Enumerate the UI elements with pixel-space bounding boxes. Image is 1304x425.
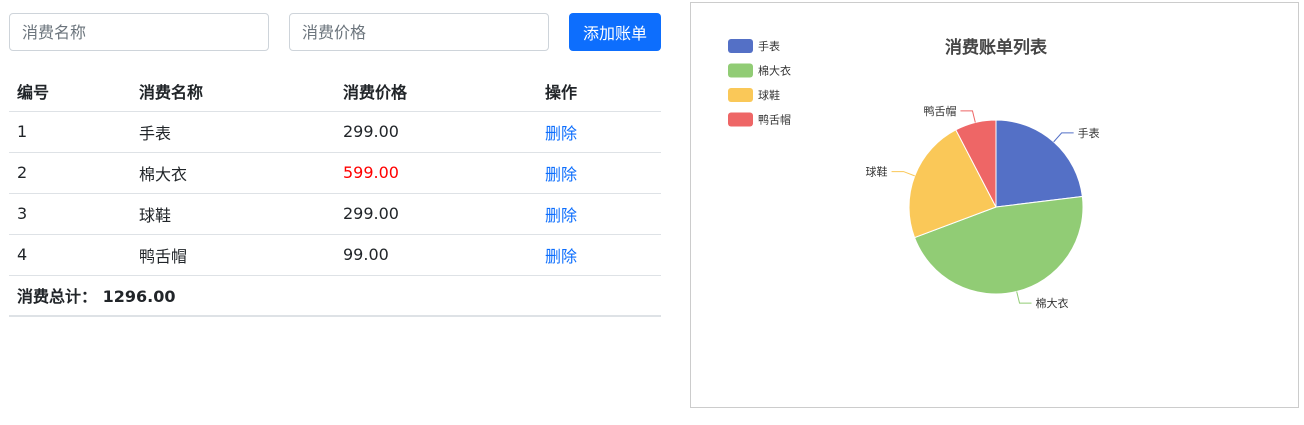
- pie-chart: 消费账单列表手表棉大衣球鞋鸭舌帽手表棉大衣球鞋鸭舌帽: [728, 37, 1100, 310]
- total-row: 消费总计： 1296.00: [9, 275, 661, 317]
- bill-price-input[interactable]: [289, 13, 549, 51]
- row-price: 299.00: [335, 193, 537, 235]
- row-action-cell: 删除: [537, 193, 661, 235]
- bill-table: 编号 消费名称 消费价格 操作 1 手表 299.00 删除 2 棉大衣 599…: [9, 71, 661, 317]
- legend-swatch[interactable]: [728, 63, 753, 78]
- row-price: 599.00: [335, 152, 537, 194]
- table-header-row: 编号 消费名称 消费价格 操作: [9, 71, 661, 112]
- bill-name-input[interactable]: [9, 13, 269, 51]
- table-row: 3 球鞋 299.00 删除: [9, 193, 661, 235]
- legend-swatch[interactable]: [728, 88, 753, 102]
- header-action: 操作: [537, 71, 661, 112]
- add-bill-button[interactable]: 添加账单: [569, 13, 661, 51]
- total-value: 1296.00: [102, 287, 176, 307]
- table-row: 2 棉大衣 599.00 删除: [9, 152, 661, 194]
- header-id: 编号: [9, 71, 131, 112]
- legend-label[interactable]: 棉大衣: [758, 64, 791, 78]
- row-action-cell: 删除: [537, 111, 661, 153]
- delete-link[interactable]: 删除: [545, 165, 577, 184]
- slice-leader-line: [891, 171, 915, 177]
- legend-label[interactable]: 球鞋: [758, 88, 780, 102]
- slice-label: 手表: [1078, 126, 1100, 140]
- add-bill-form: 添加账单: [9, 13, 661, 51]
- row-action-cell: 删除: [537, 152, 661, 194]
- row-price: 299.00: [335, 111, 537, 153]
- slice-leader-line: [1053, 132, 1074, 143]
- row-name: 鸭舌帽: [131, 234, 335, 276]
- legend-swatch[interactable]: [728, 39, 753, 53]
- row-id: 4: [9, 234, 131, 276]
- row-id: 1: [9, 111, 131, 153]
- row-id: 3: [9, 193, 131, 235]
- row-id: 2: [9, 152, 131, 194]
- row-price: 99.00: [335, 234, 537, 276]
- legend-label[interactable]: 手表: [758, 39, 780, 53]
- row-name: 手表: [131, 111, 335, 153]
- slice-label: 球鞋: [866, 165, 888, 179]
- header-price: 消费价格: [335, 71, 537, 112]
- header-name: 消费名称: [131, 71, 335, 112]
- slice-label: 棉大衣: [1036, 296, 1069, 310]
- row-action-cell: 删除: [537, 234, 661, 276]
- table-row: 1 手表 299.00 删除: [9, 111, 661, 153]
- total-cell: 消费总计： 1296.00: [9, 275, 661, 317]
- row-name: 球鞋: [131, 193, 335, 235]
- delete-link[interactable]: 删除: [545, 247, 577, 266]
- pie-chart-panel: 消费账单列表 手表 棉大衣 球鞋 鸭舌帽 手表 棉大衣 球鞋 鸭舌帽: [690, 2, 1299, 408]
- chart-title: 消费账单列表: [945, 37, 1048, 58]
- total-label: 消费总计：: [17, 287, 98, 307]
- slice-leader-line: [1016, 291, 1032, 304]
- legend-swatch[interactable]: [728, 112, 753, 127]
- slice-label: 鸭舌帽: [923, 105, 956, 118]
- delete-link[interactable]: 删除: [545, 124, 577, 143]
- row-name: 棉大衣: [131, 152, 335, 194]
- table-row: 4 鸭舌帽 99.00 删除: [9, 234, 661, 276]
- slice-leader-line: [960, 110, 976, 123]
- bill-panel: 添加账单 编号 消费名称 消费价格 操作 1 手表 299.00 删除 2 棉大…: [9, 13, 661, 317]
- legend-label[interactable]: 鸭舌帽: [758, 114, 791, 127]
- delete-link[interactable]: 删除: [545, 206, 577, 225]
